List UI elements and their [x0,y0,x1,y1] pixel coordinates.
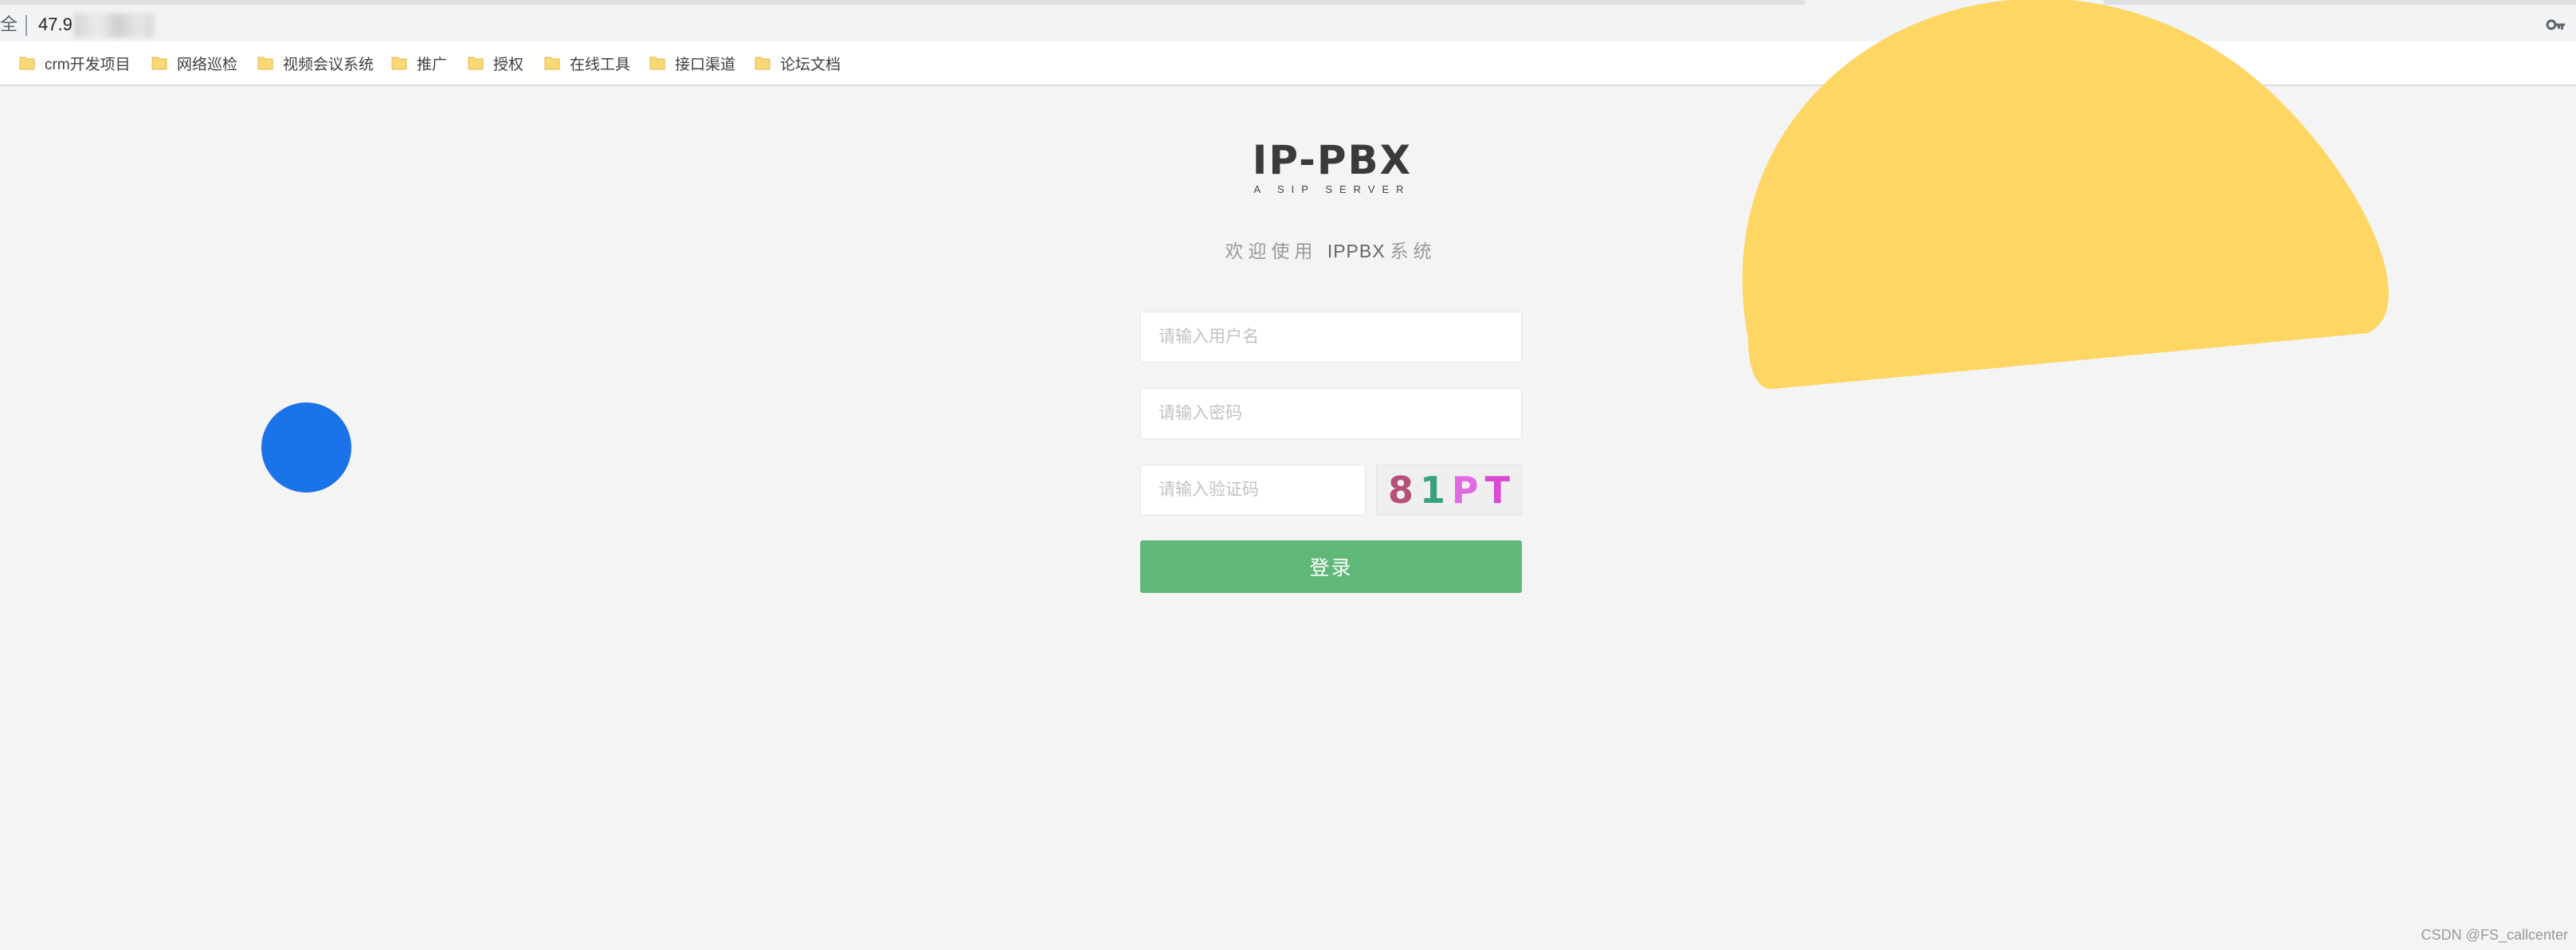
bookmark-label: 在线工具 [570,56,631,73]
key-icon[interactable] [2546,14,2566,35]
welcome-text: 欢迎使用 IPPBX 系统 [1115,236,1546,263]
captcha-image[interactable]: 8 1 P T [1376,465,1522,516]
folder-icon [19,57,35,70]
captcha-input[interactable] [1140,465,1366,516]
bookmark-label: 论坛文档 [780,56,841,73]
welcome-brand: IPPBX [1327,241,1386,261]
captcha-char: 8 [1387,469,1413,512]
captcha-char: T [1484,469,1510,512]
folder-icon [544,57,560,70]
bookmark-label: 接口渠道 [675,56,736,73]
bookmark-item[interactable]: 视频会议系统 [257,41,374,84]
captcha-char: 1 [1419,469,1445,512]
bookmark-item[interactable]: 接口渠道 [649,41,735,84]
bookmark-item[interactable]: 在线工具 [544,41,630,84]
username-input[interactable] [1140,312,1522,363]
login-button[interactable]: 登录 [1140,540,1522,593]
url-redacted-blur [73,14,154,38]
bookmark-label: crm开发项目 [45,56,131,73]
decor-yellow-shape [1742,0,2389,390]
bookmark-label: 视频会议系统 [283,56,374,73]
bookmark-item[interactable]: 网络巡检 [151,41,237,84]
tab-strip[interactable] [0,0,1805,5]
ip-pbx-logo: IP-PBX A SIP SERVER [1253,137,1412,195]
bookmark-item[interactable]: 论坛文档 [755,41,841,84]
logo-title: IP-PBX [1253,137,1412,183]
bookmark-item[interactable]: crm开发项目 [19,41,131,84]
bookmark-item[interactable]: 推广 [391,41,447,84]
logo-subtitle: A SIP SERVER [1253,183,1410,195]
welcome-prefix: 欢迎使用 [1225,241,1318,261]
folder-icon [468,57,484,70]
url-text[interactable]: 47.9 [38,14,73,34]
decor-blue-circle [261,402,351,493]
password-input[interactable] [1140,388,1522,439]
captcha-char: P [1451,469,1479,512]
watermark: CSDN @FS_callcenter [2421,927,2568,943]
folder-icon [151,57,167,70]
bookmark-label: 推广 [417,56,448,73]
address-bar[interactable]: 全 47.9 [0,11,154,38]
address-separator [25,15,28,37]
folder-icon [755,57,770,70]
folder-icon [649,57,665,70]
bookmark-label: 网络巡检 [177,56,238,73]
bookmark-label: 授权 [493,56,524,73]
folder-icon [391,57,407,70]
bookmark-item[interactable]: 授权 [468,41,523,84]
welcome-suffix: 系统 [1390,241,1437,261]
folder-icon [257,57,273,70]
security-indicator[interactable]: 全 [0,14,18,34]
